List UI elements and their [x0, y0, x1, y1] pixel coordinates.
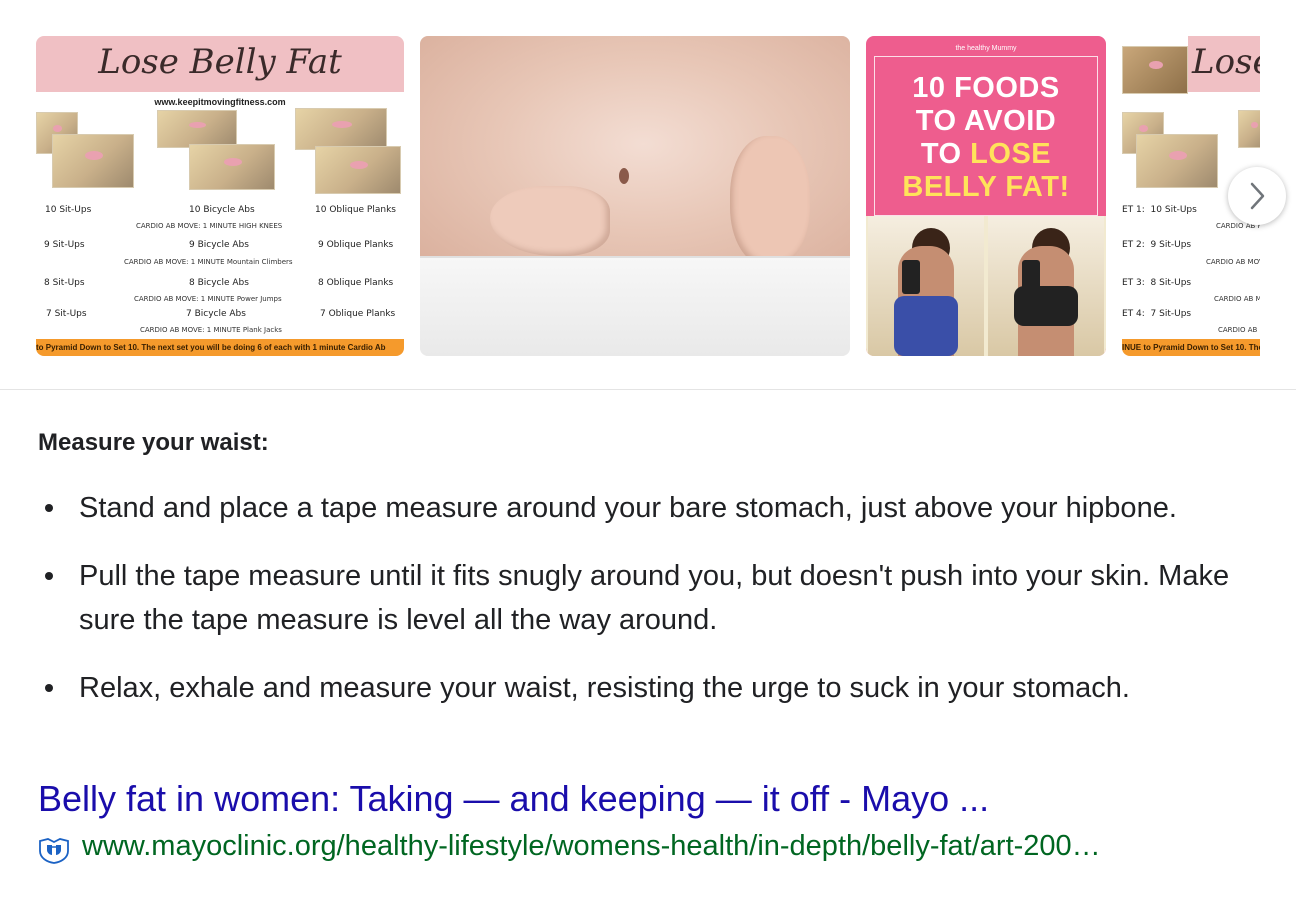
row-label: 7 Bicycle Abs [186, 309, 246, 319]
list-item: Stand and place a tape measure around yo… [38, 486, 1268, 530]
navel [619, 168, 629, 184]
result-url[interactable]: www.mayoclinic.org/healthy-lifestyle/wom… [82, 830, 1101, 863]
mayo-clinic-shield-icon [39, 838, 69, 864]
cardio-note: CARDIO AB MOVE [1214, 295, 1260, 303]
infographic-footer: INUE to Pyramid Down to Set 10. The next… [1122, 339, 1260, 356]
cardio-note: CARDIO AB MOVE: 1 MINUTE HIGH KNEES [136, 222, 283, 230]
box-photo [1122, 46, 1188, 94]
poster-highlight: LOSE [970, 138, 1052, 170]
exercise-photo [189, 144, 275, 190]
cardio-note: CARDIO AB MOVE: 1 MINUTE Power Jumps [134, 295, 282, 303]
infographic-url: www.keepitmovingfitness.com [154, 97, 286, 107]
poster-logo: the healthy Mummy [955, 45, 1017, 52]
row-label: 10 Sit-Ups [45, 205, 92, 215]
cardio-note: CARDIO AB MO [1218, 326, 1260, 334]
exercise-photo [1238, 110, 1260, 148]
white-pants [420, 256, 850, 356]
featured-snippet-card: Lose Belly Fat www.keepitmovingfitness.c… [0, 0, 1296, 898]
row-label: 8 Sit-Ups [44, 278, 85, 288]
poster-line: TO LOSE [920, 138, 1052, 170]
list-item: Pull the tape measure until it fits snug… [38, 554, 1268, 642]
list-item: Relax, exhale and measure your waist, re… [38, 666, 1268, 710]
cardio-note: CARDIO AB MOVE: 1 MINUTE Plank Jacks [140, 326, 282, 334]
result-title-link[interactable]: Belly fat in women: Taking — and keeping… [38, 778, 989, 820]
exercise-photo [157, 110, 237, 148]
infographic-title: Lose [1192, 42, 1260, 82]
row-label: ET 3: 8 Sit-Ups [1122, 278, 1192, 288]
infographic-title: Lose Belly Fat [98, 42, 342, 82]
row-label: ET 4: 7 Sit-Ups [1122, 309, 1192, 319]
row-label: ET 1: 10 Sit-Ups [1122, 205, 1197, 215]
carousel-image-1[interactable]: Lose Belly Fat www.keepitmovingfitness.c… [36, 36, 404, 356]
row-label: 9 Sit-Ups [44, 240, 85, 250]
row-label: 7 Sit-Ups [46, 309, 87, 319]
right-hand [730, 136, 810, 266]
row-label: 10 Bicycle Abs [189, 205, 255, 215]
exercise-photo [315, 146, 401, 194]
exercise-photo [52, 134, 134, 188]
carousel-image-2[interactable] [420, 36, 850, 356]
infographic-footer: to Pyramid Down to Set 10. The next set … [36, 339, 404, 356]
snippet-list: Stand and place a tape measure around yo… [38, 486, 1268, 734]
chevron-right-icon [1250, 182, 1265, 210]
poster-line: TO AVOID [915, 105, 1057, 137]
row-label: 8 Bicycle Abs [189, 278, 249, 288]
row-label: 9 Bicycle Abs [189, 240, 249, 250]
snippet-heading: Measure your waist: [38, 429, 269, 456]
image-carousel: Lose Belly Fat www.keepitmovingfitness.c… [36, 36, 1260, 356]
carousel-image-3[interactable]: the healthy Mummy 10 FOODS TO AVOID TO L… [866, 36, 1106, 356]
selfie-after [988, 216, 1104, 356]
row-label: 10 Oblique Planks [315, 205, 396, 215]
row-label: ET 2: 9 Sit-Ups [1122, 240, 1192, 250]
poster-line: 10 FOODS [912, 72, 1060, 104]
section-divider [0, 389, 1296, 390]
carousel-next-button[interactable] [1228, 167, 1286, 225]
selfie-before [868, 216, 984, 356]
before-after-photos [866, 216, 1106, 356]
poster-line: BELLY FAT! [902, 171, 1070, 203]
exercise-photo [1136, 134, 1218, 188]
row-label: 7 Oblique Planks [320, 309, 396, 319]
cardio-note: CARDIO AB MOVE: 1 MINUTE Mountain Climbe… [124, 258, 293, 266]
row-label: 9 Oblique Planks [318, 240, 394, 250]
exercise-photo [295, 108, 387, 150]
cardio-note: CARDIO AB MOVE: 1 [1206, 258, 1260, 266]
row-label: 8 Oblique Planks [318, 278, 394, 288]
